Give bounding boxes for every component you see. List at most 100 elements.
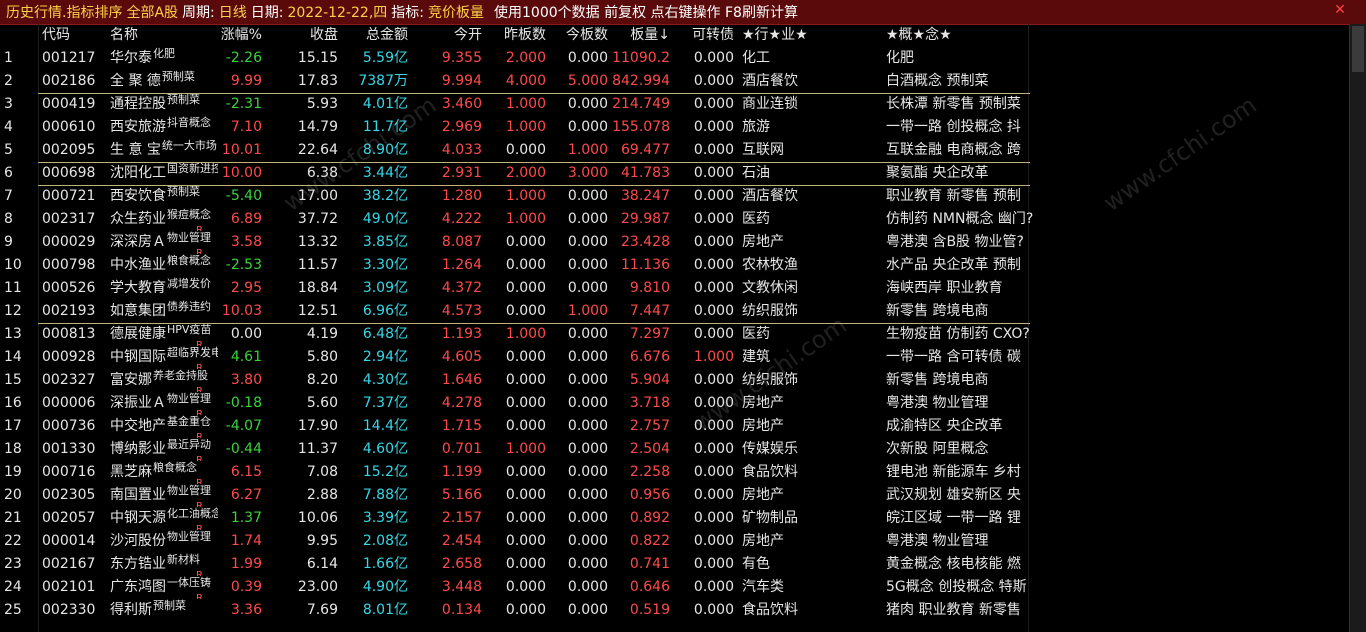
concept-tag: 物业管理 bbox=[167, 484, 211, 497]
table-row[interactable]: 16 000006 深振业Ａ物业管理 R -0.18 5.60 7.37亿 4.278 0.00… bbox=[0, 392, 1030, 415]
header-industry[interactable]: ★行★业★ bbox=[742, 24, 862, 47]
header-close[interactable]: 收盘 bbox=[268, 24, 338, 47]
close-price: 14.79 bbox=[297, 119, 338, 135]
market-selector[interactable]: 全部A股 bbox=[126, 2, 178, 22]
convertible: 0.000 bbox=[693, 602, 734, 618]
table-row[interactable]: 25 002330 得利斯预制菜 3.36 7.69 8.01亿 0.134 0.000 0.0… bbox=[0, 599, 1030, 622]
stock-name-cell: 德展健康HPV疫苗 R bbox=[110, 323, 218, 346]
table-row[interactable]: 6 000698 沈阳化工国资新进控股10.00 6.38 3.44亿 2.931 2.00… bbox=[0, 162, 1030, 185]
stock-code: 002186 bbox=[42, 73, 96, 89]
table-row[interactable]: 2 002186 全 聚 德预制菜 9.99 17.83 7387万 9.994 4.000 5… bbox=[0, 70, 1030, 93]
stock-name: 沈阳化工 bbox=[110, 165, 166, 181]
header-code[interactable]: 代码 bbox=[42, 24, 106, 47]
row-index: 19 bbox=[4, 464, 22, 480]
today-boards: 0.000 bbox=[567, 257, 608, 273]
open-price: 1.264 bbox=[441, 257, 482, 273]
total-amount: 7.37亿 bbox=[362, 395, 408, 411]
today-boards: 0.000 bbox=[567, 234, 608, 250]
stock-code: 002330 bbox=[42, 602, 96, 618]
total-amount: 3.39亿 bbox=[362, 510, 408, 526]
indicator-label: 指标: bbox=[391, 5, 424, 21]
stock-code: 000698 bbox=[42, 165, 96, 181]
header-name[interactable]: 名称 bbox=[110, 24, 218, 47]
indicator-value[interactable]: 竞价板量 bbox=[428, 2, 484, 22]
close-icon[interactable]: ✕ bbox=[1332, 2, 1348, 18]
table-row[interactable]: 12 002193 如意集团债券违约 10.03 12.51 6.96亿 4.573 0.00… bbox=[0, 300, 1030, 323]
concept: 锂电池 新能源车 乡村 bbox=[886, 464, 1021, 480]
today-boards: 0.000 bbox=[567, 602, 608, 618]
table-row[interactable]: 9 000029 深深房Ａ物业管理 R 3.58 13.32 3.85亿 8.087 0.000… bbox=[0, 231, 1030, 254]
concept-tag: 抖音概念 bbox=[167, 116, 211, 129]
table-row[interactable]: 17 000736 中交地产基金重仓 R -4.07 17.90 14.4亿 1.715 0.0… bbox=[0, 415, 1030, 438]
concept-tag: 物业管理 bbox=[167, 530, 211, 543]
industry: 酒店餐饮 bbox=[742, 73, 798, 89]
table-row[interactable]: 4 000610 西安旅游抖音概念 7.10 14.79 11.7亿 2.969 1.000 0… bbox=[0, 116, 1030, 139]
stock-name: 中交地产 bbox=[110, 418, 166, 434]
row-index: 3 bbox=[4, 96, 13, 112]
info-text: 使用1000个数据 前复权 点右键操作 F8刷新计算 bbox=[494, 5, 798, 21]
header-today-boards[interactable]: 今板数 bbox=[550, 24, 608, 47]
board-volume: 7.297 bbox=[629, 326, 670, 342]
header-prev-boards[interactable]: 昨板数 bbox=[486, 24, 546, 47]
convertible: 0.000 bbox=[693, 188, 734, 204]
stock-code: 001217 bbox=[42, 50, 96, 66]
convertible: 0.000 bbox=[693, 119, 734, 135]
table-row[interactable]: 3 000419 通程控股预制菜 -2.31 5.93 4.01亿 3.460 1.000 0.… bbox=[0, 93, 1030, 116]
stock-code: 002057 bbox=[42, 510, 96, 526]
date-value[interactable]: 2022-12-22,四 bbox=[287, 2, 387, 22]
header-amount[interactable]: 总金额 bbox=[342, 24, 408, 47]
stock-code: 001330 bbox=[42, 441, 96, 457]
close-price: 5.60 bbox=[306, 395, 338, 411]
change-pct: 10.00 bbox=[221, 165, 262, 181]
open-price: 2.454 bbox=[441, 533, 482, 549]
stock-name: 得利斯 bbox=[110, 602, 152, 618]
table-row[interactable]: 1 001217 华尔泰化肥 -2.26 15.15 5.59亿 9.355 2.000 0.0… bbox=[0, 47, 1030, 70]
industry: 旅游 bbox=[742, 119, 770, 135]
table-row[interactable]: 7 000721 西安饮食预制菜 -5.40 17.00 38.2亿 1.280 1.000 0… bbox=[0, 185, 1030, 208]
table-row[interactable]: 21 002057 中钢天源化工油概念 R 1.37 10.06 3.39亿 2.157 0.0… bbox=[0, 507, 1030, 530]
header-change-pct[interactable]: 涨幅% bbox=[210, 24, 262, 47]
row-index: 12 bbox=[4, 303, 22, 319]
concept: 皖江区域 一带一路 锂 bbox=[886, 510, 1021, 526]
close-price: 17.90 bbox=[297, 418, 338, 434]
title-bar: 历史行情.指标排序 全部A股 周期: 日线 日期: 2022-12-22,四 指… bbox=[0, 0, 1366, 25]
vertical-scrollbar[interactable] bbox=[1349, 24, 1366, 632]
total-amount: 3.09亿 bbox=[362, 280, 408, 296]
table-row[interactable]: 5 002095 生 意 宝统一大市场 10.01 22.64 8.90亿 4.033 0.0… bbox=[0, 139, 1030, 162]
table-row[interactable]: 19 000716 黑芝麻粮食概念 R 6.15 7.08 15.2亿 1.199 0.000 0… bbox=[0, 461, 1030, 484]
scrollbar-thumb[interactable] bbox=[1352, 26, 1364, 72]
table-row[interactable]: 13 000813 德展健康HPV疫苗 R 0.00 4.19 6.48亿 1.193 1.00… bbox=[0, 323, 1030, 346]
close-price: 6.38 bbox=[306, 165, 338, 181]
table-row[interactable]: 22 000014 沙河股份物业管理 1.74 9.95 2.08亿 2.454 0.000 0… bbox=[0, 530, 1030, 553]
convertible: 0.000 bbox=[693, 257, 734, 273]
header-concept[interactable]: ★概★念★ bbox=[886, 24, 1036, 47]
header-open[interactable]: 今开 bbox=[412, 24, 482, 47]
period-value[interactable]: 日线 bbox=[219, 2, 247, 22]
board-volume: 0.956 bbox=[629, 487, 670, 503]
change-pct: -0.18 bbox=[225, 395, 262, 411]
stock-name-cell: 广东鸿图一体压铸 R bbox=[110, 576, 218, 599]
convertible: 0.000 bbox=[693, 303, 734, 319]
margin-flag-icon: R bbox=[196, 524, 203, 530]
table-row[interactable]: 24 002101 广东鸿图一体压铸 R 0.39 23.00 4.90亿 3.448 0.00… bbox=[0, 576, 1030, 599]
prev-boards: 0.000 bbox=[505, 372, 546, 388]
open-price: 4.573 bbox=[441, 303, 482, 319]
table-row[interactable]: 11 000526 学大教育减增发价 2.95 18.84 3.09亿 4.372 0.000… bbox=[0, 277, 1030, 300]
table-row[interactable]: 23 002167 东方锆业新材料 R 1.99 6.14 1.66亿 2.658 0.000 0… bbox=[0, 553, 1030, 576]
stock-name-cell: 沈阳化工国资新进控股 bbox=[110, 162, 218, 185]
table-row[interactable]: 14 000928 中钢国际超临界发电 R 4.61 5.80 2.94亿 4.605 0.00… bbox=[0, 346, 1030, 369]
convertible: 0.000 bbox=[693, 556, 734, 572]
concept: 水产品 央企改革 预制 bbox=[886, 257, 1021, 273]
header-convertible[interactable]: 可转债 bbox=[674, 24, 734, 47]
table-row[interactable]: 15 002327 富安娜养老金持股 R 3.80 8.20 4.30亿 1.646 0.000… bbox=[0, 369, 1030, 392]
stock-name-cell: 生 意 宝统一大市场 bbox=[110, 139, 218, 162]
header-board-volume[interactable]: 板量↓ bbox=[612, 24, 670, 47]
table-row[interactable]: 18 001330 博纳影业最近异动 R -0.44 11.37 4.60亿 0.701 1.0… bbox=[0, 438, 1030, 461]
industry: 农林牧渔 bbox=[742, 257, 798, 273]
concept: 长株潭 新零售 预制菜 bbox=[886, 96, 1021, 112]
table-row[interactable]: 8 002317 众生药业猴痘概念 R 6.89 37.72 49.0亿 4.222 1.000… bbox=[0, 208, 1033, 231]
table-header: 代码 名称 涨幅% 收盘 总金额 今开 昨板数 今板数 板量↓ 可转债 ★行★业… bbox=[0, 24, 1030, 47]
table-row[interactable]: 20 002305 南国置业物业管理 R 6.27 2.88 7.88亿 5.166 0.000… bbox=[0, 484, 1030, 507]
convertible: 0.000 bbox=[693, 280, 734, 296]
table-row[interactable]: 10 000798 中水渔业粮食概念 -2.53 11.57 3.30亿 1.264 0.00… bbox=[0, 254, 1030, 277]
